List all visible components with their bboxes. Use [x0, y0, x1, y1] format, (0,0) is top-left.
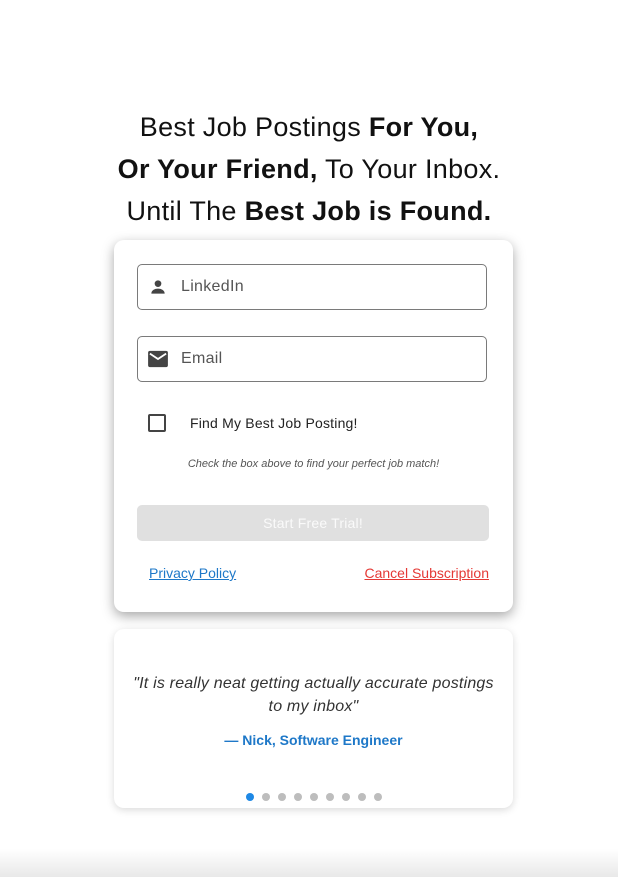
carousel-dot[interactable] [245, 793, 254, 801]
carousel-dot[interactable] [261, 793, 270, 801]
headline-text: Until The [126, 196, 245, 226]
signup-form-card: LinkedIn Email Find My Best Job Posting!… [114, 240, 513, 612]
carousel-dot[interactable] [293, 793, 302, 801]
testimonial-quote: "It is really neat getting actually accu… [133, 675, 494, 715]
mail-icon [147, 348, 169, 370]
checkbox-label[interactable]: Find My Best Job Posting! [190, 415, 358, 431]
start-free-trial-button[interactable]: Start Free Trial! [137, 505, 489, 541]
headline-emphasis: For You, [368, 112, 479, 142]
person-icon [147, 276, 169, 298]
headline-line-2: Or Your Friend, To Your Inbox. [0, 148, 618, 190]
cancel-subscription-link[interactable]: Cancel Subscription [364, 565, 489, 581]
headline-emphasis: Or Your Friend, [117, 154, 318, 184]
headline-emphasis: Best Job is Found. [244, 196, 492, 226]
carousel-dot[interactable] [373, 793, 382, 801]
headline-text: Best Job Postings [139, 112, 369, 142]
carousel-dot[interactable] [309, 793, 318, 801]
linkedin-field[interactable]: LinkedIn [137, 264, 487, 310]
email-placeholder: Email [181, 350, 223, 367]
testimonial-author: — Nick, Software Engineer [224, 732, 403, 748]
bottom-shade [0, 849, 618, 877]
find-best-posting-row: Find My Best Job Posting! [148, 414, 358, 432]
carousel-dots [114, 793, 513, 801]
carousel-dot[interactable] [341, 793, 350, 801]
email-field[interactable]: Email [137, 336, 487, 382]
carousel-dot[interactable] [277, 793, 286, 801]
checkbox-hint: Check the box above to find your perfect… [187, 458, 440, 470]
linkedin-placeholder: LinkedIn [181, 278, 244, 295]
headline-text: To Your Inbox. [317, 154, 501, 184]
headline: Best Job Postings For You, Or Your Frien… [0, 106, 618, 232]
headline-line-1: Best Job Postings For You, [0, 106, 618, 148]
testimonial-card: "It is really neat getting actually accu… [114, 629, 513, 808]
headline-line-3: Until The Best Job is Found. [0, 190, 618, 232]
privacy-policy-link[interactable]: Privacy Policy [149, 565, 236, 581]
carousel-dot[interactable] [325, 793, 334, 801]
carousel-dot[interactable] [357, 793, 366, 801]
find-best-posting-checkbox[interactable] [148, 414, 166, 432]
